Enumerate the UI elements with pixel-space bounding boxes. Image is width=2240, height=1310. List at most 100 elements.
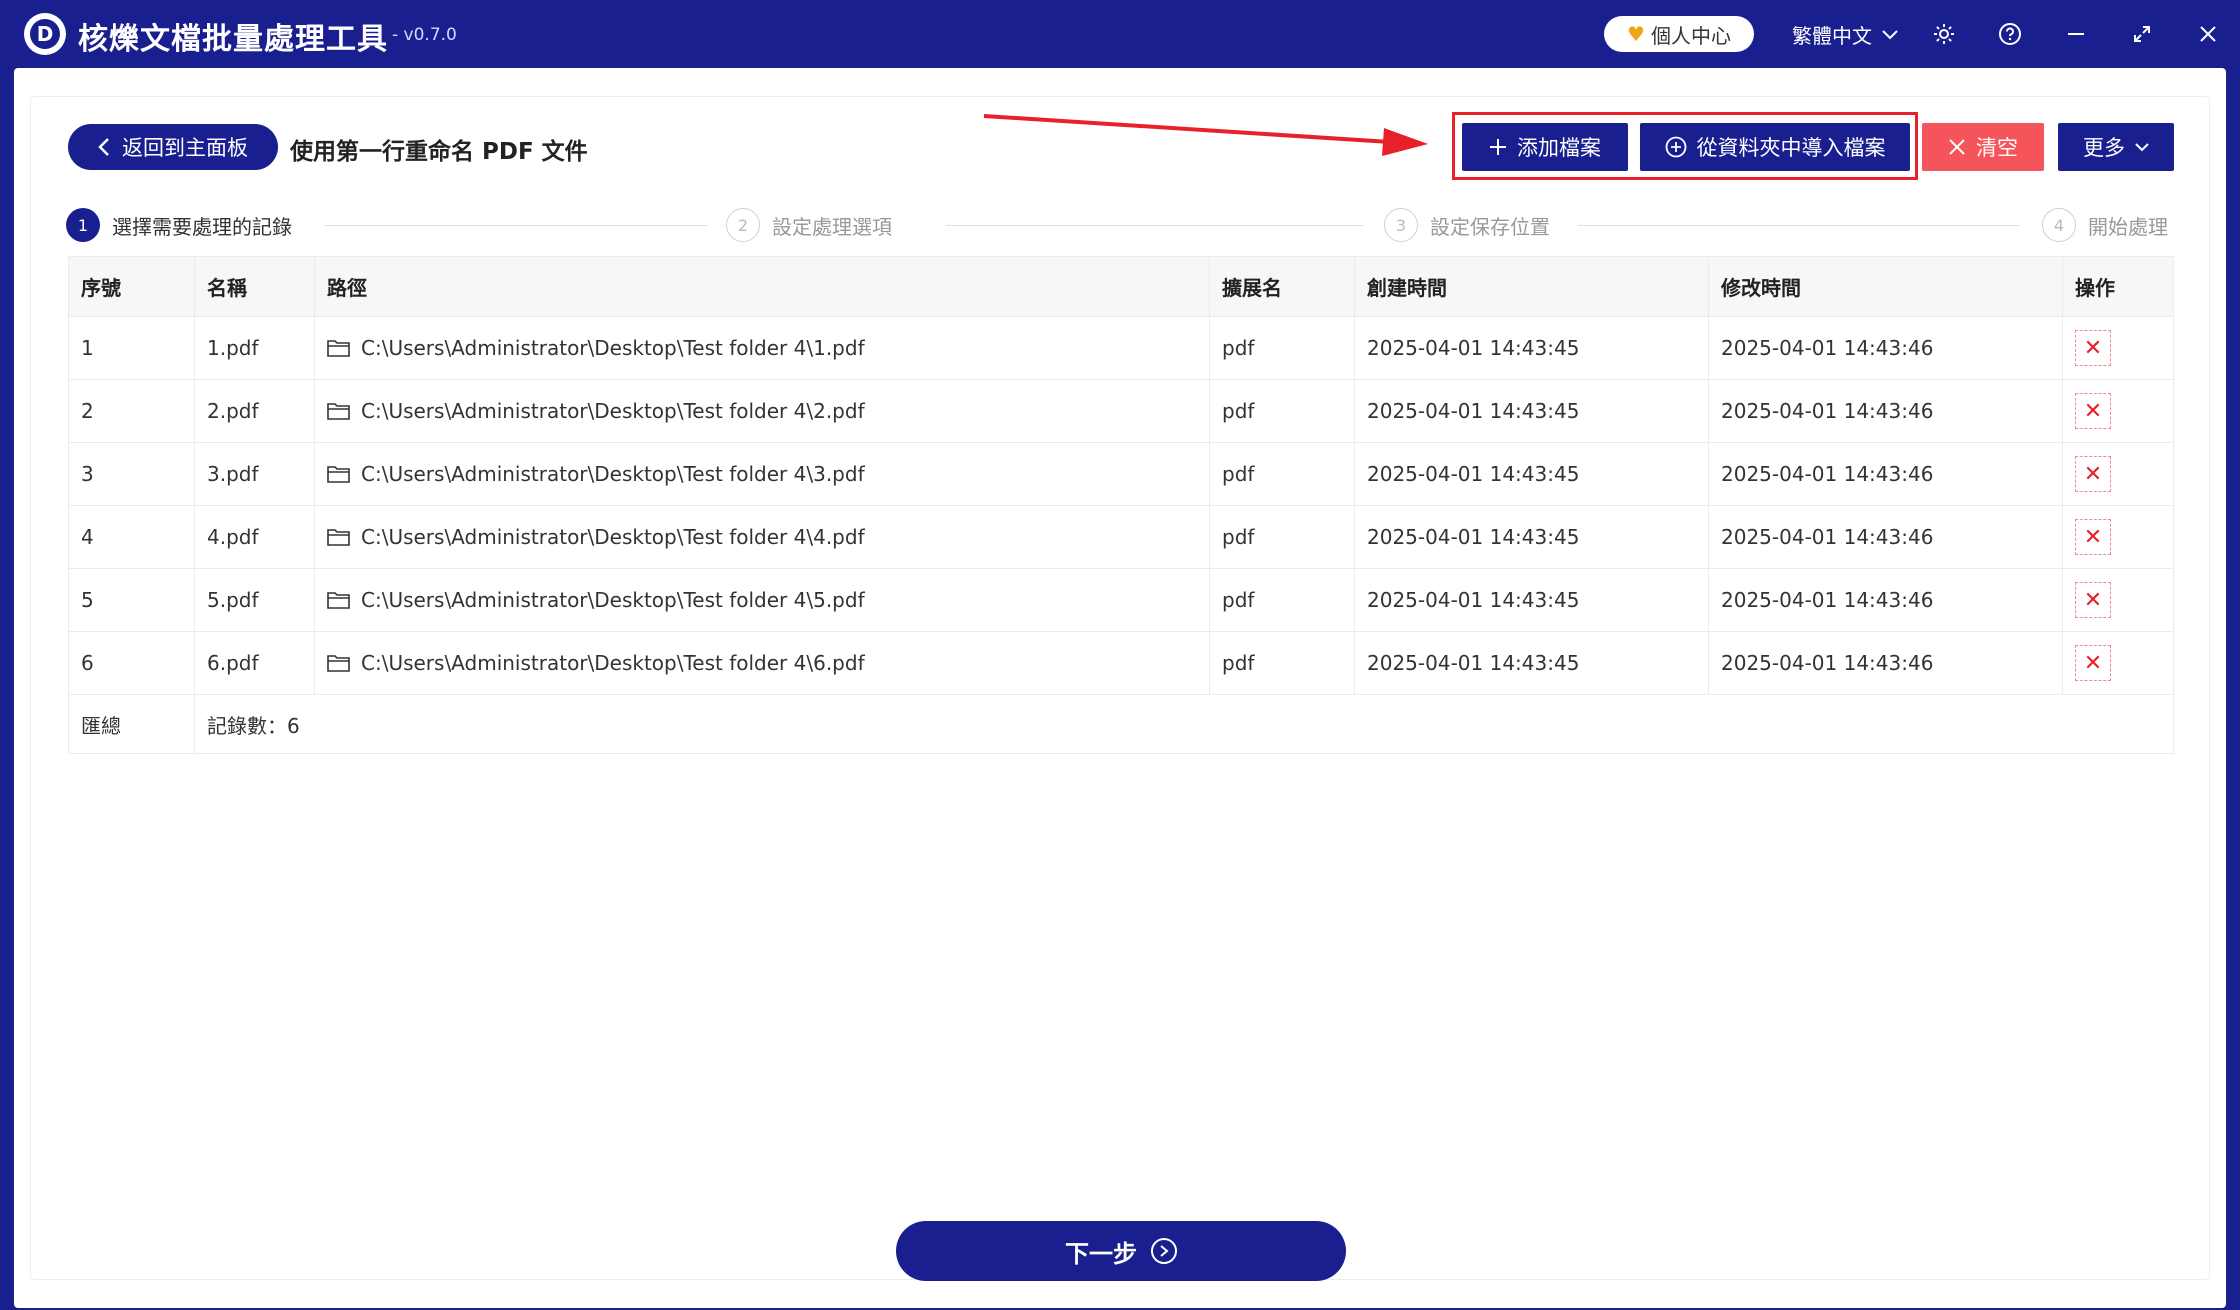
minimize-icon[interactable] bbox=[2060, 18, 2092, 50]
row-created: 2025-04-01 14:43:45 bbox=[1355, 380, 1709, 442]
row-index: 2 bbox=[69, 380, 195, 442]
column-header-index: 序號 bbox=[69, 257, 195, 316]
close-icon: ✕ bbox=[2083, 398, 2103, 424]
delete-row-button[interactable]: ✕ bbox=[2075, 519, 2111, 555]
add-file-button[interactable]: 添加檔案 bbox=[1462, 123, 1628, 171]
clear-label: 清空 bbox=[1976, 136, 2018, 160]
help-icon[interactable] bbox=[1994, 18, 2026, 50]
delete-row-button[interactable]: ✕ bbox=[2075, 456, 2111, 492]
row-index: 4 bbox=[69, 506, 195, 568]
row-path-text: C:\Users\Administrator\Desktop\Test fold… bbox=[361, 336, 865, 360]
app-version: - v0.7.0 bbox=[392, 25, 457, 45]
row-filename: 3.pdf bbox=[195, 443, 315, 505]
plus-icon bbox=[1490, 139, 1506, 155]
step-1: 1 選擇需要處理的記錄 bbox=[66, 208, 292, 242]
table-row[interactable]: 2 2.pdf C:\Users\Administrator\Desktop\T… bbox=[69, 380, 2173, 443]
folder-icon bbox=[327, 340, 350, 357]
summary-label: 匯總 bbox=[69, 695, 195, 753]
row-path-text: C:\Users\Administrator\Desktop\Test fold… bbox=[361, 399, 865, 423]
step-4-number: 4 bbox=[2042, 208, 2076, 242]
step-3-number: 3 bbox=[1384, 208, 1418, 242]
row-path-text: C:\Users\Administrator\Desktop\Test fold… bbox=[361, 651, 865, 675]
annotation-arrow bbox=[983, 114, 1428, 156]
arrow-right-circle-icon bbox=[1151, 1238, 1177, 1264]
row-actions: ✕ bbox=[2063, 443, 2173, 505]
more-label: 更多 bbox=[2083, 136, 2125, 160]
folder-icon bbox=[327, 403, 350, 420]
file-table: 序號 名稱 路徑 擴展名 創建時間 修改時間 操作 1 1.pdf C:\Use… bbox=[68, 256, 2174, 754]
clear-button[interactable]: 清空 bbox=[1922, 123, 2044, 171]
row-actions: ✕ bbox=[2063, 506, 2173, 568]
row-filename: 2.pdf bbox=[195, 380, 315, 442]
row-filename: 6.pdf bbox=[195, 632, 315, 694]
column-header-path: 路徑 bbox=[315, 257, 1210, 316]
row-index: 5 bbox=[69, 569, 195, 631]
language-select[interactable]: 繁體中文 bbox=[1792, 20, 1898, 49]
table-row[interactable]: 4 4.pdf C:\Users\Administrator\Desktop\T… bbox=[69, 506, 2173, 569]
add-file-label: 添加檔案 bbox=[1517, 136, 1601, 160]
delete-row-button[interactable]: ✕ bbox=[2075, 582, 2111, 618]
back-label: 返回到主面板 bbox=[122, 136, 248, 160]
delete-row-button[interactable]: ✕ bbox=[2075, 393, 2111, 429]
more-menu-button[interactable]: 更多 bbox=[2058, 123, 2174, 171]
close-window-icon[interactable] bbox=[2192, 18, 2224, 50]
table-row[interactable]: 6 6.pdf C:\Users\Administrator\Desktop\T… bbox=[69, 632, 2173, 695]
row-path-text: C:\Users\Administrator\Desktop\Test fold… bbox=[361, 525, 865, 549]
next-label: 下一步 bbox=[1065, 1239, 1137, 1268]
row-modified: 2025-04-01 14:43:46 bbox=[1709, 380, 2063, 442]
row-created: 2025-04-01 14:43:45 bbox=[1355, 506, 1709, 568]
page-title: 使用第一行重命名 PDF 文件 bbox=[290, 139, 588, 165]
row-index: 1 bbox=[69, 317, 195, 379]
row-extension: pdf bbox=[1210, 632, 1355, 694]
import-folder-label: 從資料夾中導入檔案 bbox=[1696, 136, 1886, 160]
column-header-name: 名稱 bbox=[195, 257, 315, 316]
settings-gear-icon[interactable] bbox=[1928, 18, 1960, 50]
row-index: 3 bbox=[69, 443, 195, 505]
close-icon: ✕ bbox=[2083, 461, 2103, 487]
delete-row-button[interactable]: ✕ bbox=[2075, 645, 2111, 681]
vip-heart-icon: ♥ bbox=[1627, 22, 1645, 46]
row-path: C:\Users\Administrator\Desktop\Test fold… bbox=[315, 317, 1210, 379]
app-logo: D bbox=[24, 13, 66, 55]
column-header-modified: 修改時間 bbox=[1709, 257, 2063, 316]
import-from-folder-button[interactable]: 從資料夾中導入檔案 bbox=[1640, 123, 1910, 171]
folder-icon bbox=[327, 655, 350, 672]
step-4-label: 開始處理 bbox=[2088, 214, 2168, 239]
close-icon: ✕ bbox=[2083, 587, 2103, 613]
close-icon: ✕ bbox=[2083, 524, 2103, 550]
step-connector bbox=[324, 225, 708, 226]
row-filename: 1.pdf bbox=[195, 317, 315, 379]
table-row[interactable]: 3 3.pdf C:\Users\Administrator\Desktop\T… bbox=[69, 443, 2173, 506]
row-extension: pdf bbox=[1210, 380, 1355, 442]
row-modified: 2025-04-01 14:43:46 bbox=[1709, 443, 2063, 505]
folder-icon bbox=[327, 529, 350, 546]
back-to-dashboard-button[interactable]: 返回到主面板 bbox=[68, 124, 278, 170]
language-label: 繁體中文 bbox=[1792, 24, 1872, 48]
row-modified: 2025-04-01 14:43:46 bbox=[1709, 632, 2063, 694]
column-header-actions: 操作 bbox=[2075, 276, 2115, 300]
step-1-number: 1 bbox=[66, 208, 100, 242]
title-bar: D 核爍文檔批量處理工具 - v0.7.0 ♥ 個人中心 繁體中文 bbox=[0, 0, 2240, 68]
app-title: 核爍文檔批量處理工具 bbox=[78, 22, 388, 57]
row-modified: 2025-04-01 14:43:46 bbox=[1709, 569, 2063, 631]
row-path: C:\Users\Administrator\Desktop\Test fold… bbox=[315, 569, 1210, 631]
next-step-button[interactable]: 下一步 bbox=[896, 1221, 1346, 1281]
column-header-extension: 擴展名 bbox=[1210, 257, 1355, 316]
table-row[interactable]: 1 1.pdf C:\Users\Administrator\Desktop\T… bbox=[69, 317, 2173, 380]
table-summary-row: 匯總 記錄數：6 bbox=[69, 695, 2173, 753]
table-row[interactable]: 5 5.pdf C:\Users\Administrator\Desktop\T… bbox=[69, 569, 2173, 632]
profile-label: 個人中心 bbox=[1650, 23, 1731, 48]
close-icon: ✕ bbox=[2083, 335, 2103, 361]
step-3-label: 設定保存位置 bbox=[1430, 214, 1550, 239]
row-extension: pdf bbox=[1210, 569, 1355, 631]
step-1-label: 選擇需要處理的記錄 bbox=[112, 214, 292, 239]
row-created: 2025-04-01 14:43:45 bbox=[1355, 443, 1709, 505]
row-actions: ✕ bbox=[2063, 569, 2173, 631]
profile-button[interactable]: ♥ 個人中心 bbox=[1604, 16, 1754, 52]
row-filename: 4.pdf bbox=[195, 506, 315, 568]
row-filename: 5.pdf bbox=[195, 569, 315, 631]
chevron-left-icon bbox=[98, 138, 109, 156]
maximize-icon[interactable] bbox=[2126, 18, 2158, 50]
delete-row-button[interactable]: ✕ bbox=[2075, 330, 2111, 366]
close-icon bbox=[1949, 139, 1965, 155]
